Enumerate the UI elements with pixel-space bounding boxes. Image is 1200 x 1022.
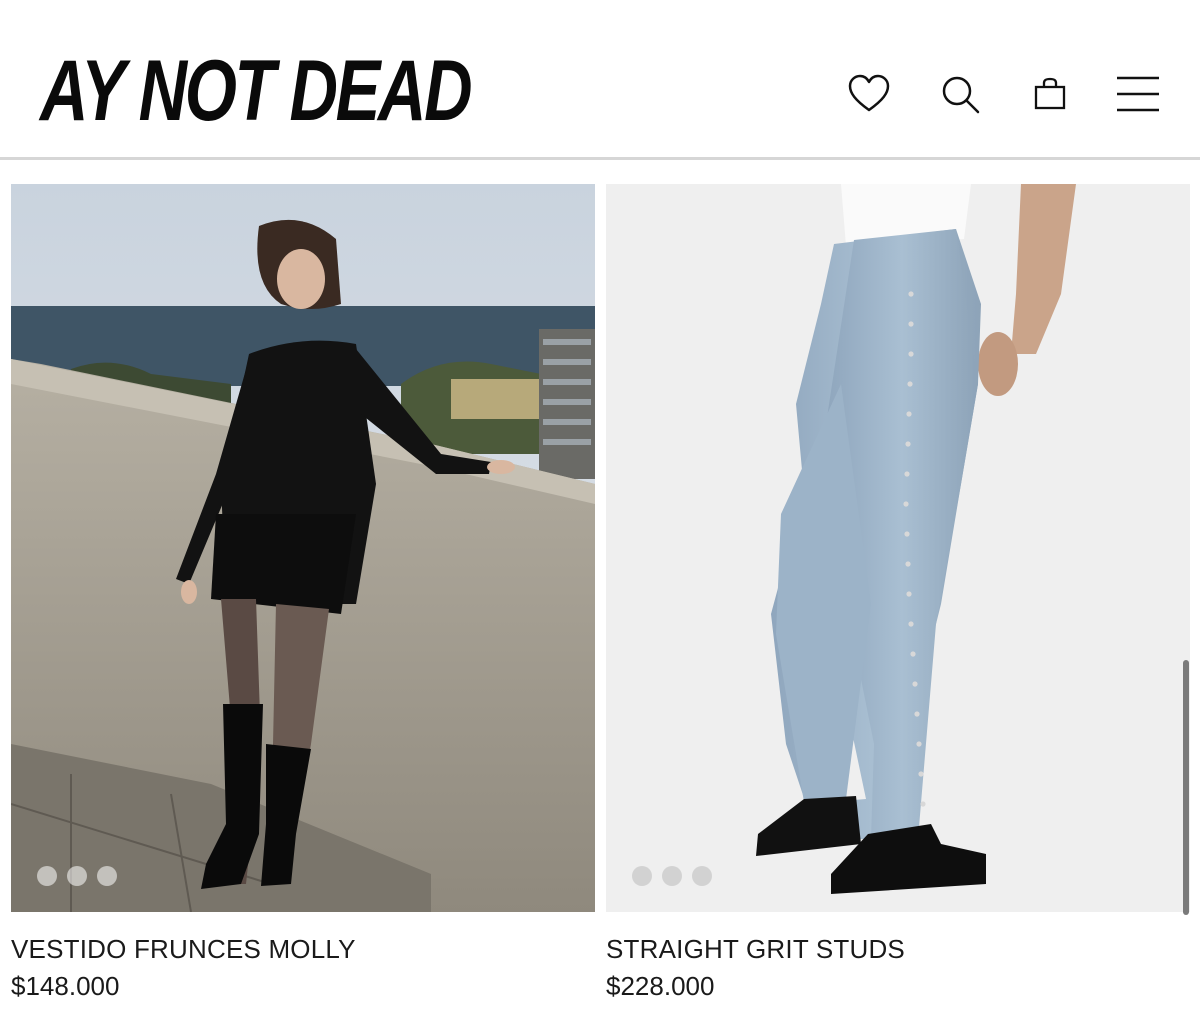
brand-logo[interactable]: AY NOT DEAD	[40, 48, 473, 134]
carousel-dot[interactable]	[692, 866, 712, 886]
image-carousel-dots[interactable]	[37, 866, 117, 886]
search-icon[interactable]	[936, 70, 984, 118]
heart-icon[interactable]	[845, 70, 893, 118]
product-name[interactable]: VESTIDO FRUNCES MOLLY	[11, 934, 595, 965]
product-price: $228.000	[606, 971, 715, 1001]
bag-icon[interactable]	[1026, 70, 1074, 118]
menu-icon[interactable]	[1112, 70, 1164, 118]
product-image[interactable]	[606, 184, 1190, 912]
carousel-dot[interactable]	[97, 866, 117, 886]
photo-studded-jeans	[606, 184, 1190, 912]
carousel-dot[interactable]	[662, 866, 682, 886]
carousel-dot[interactable]	[67, 866, 87, 886]
product-name[interactable]: STRAIGHT GRIT STUDS	[606, 934, 1190, 965]
scrollbar[interactable]	[1183, 660, 1189, 915]
product-image[interactable]	[11, 184, 595, 912]
carousel-dot[interactable]	[37, 866, 57, 886]
product-price: $148.000	[11, 971, 120, 1001]
image-carousel-dots[interactable]	[632, 866, 712, 886]
product-card[interactable]: STRAIGHT GRIT STUDS $228.000	[606, 184, 1190, 1002]
site-header: AY NOT DEAD	[0, 0, 1200, 160]
product-card[interactable]: VESTIDO FRUNCES MOLLY $148.000	[11, 184, 595, 1002]
page: AY NOT DEAD VESTIDO FRUNCES MOLLY $148.0…	[0, 0, 1200, 1022]
photo-woman-black-dress	[11, 184, 595, 912]
carousel-dot[interactable]	[632, 866, 652, 886]
